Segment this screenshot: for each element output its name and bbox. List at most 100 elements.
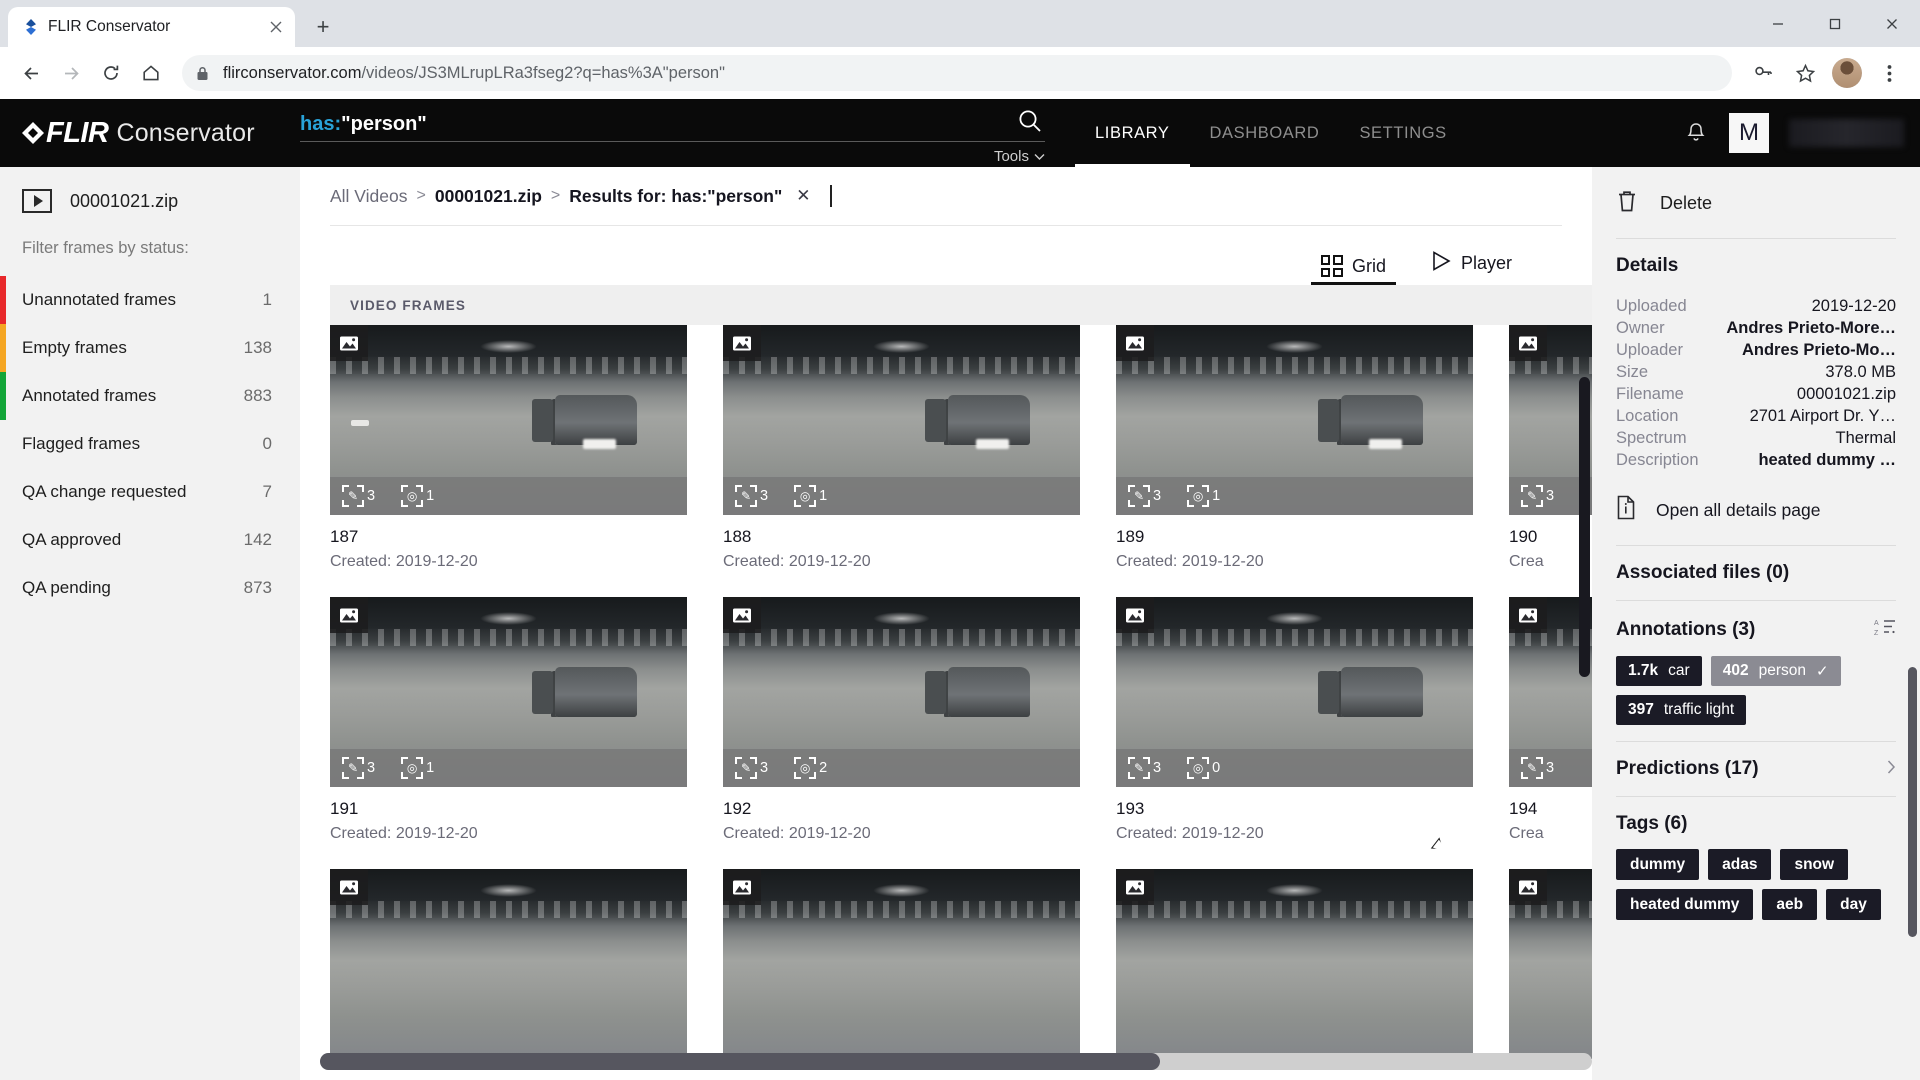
- nav-item-dashboard[interactable]: DASHBOARD: [1190, 99, 1340, 167]
- frame-thumbnail[interactable]: ✎ 3 ◎ 0: [1116, 597, 1473, 787]
- frame-card[interactable]: ✎ 3 ◎ 1 191 Created: 2019-12-20: [330, 597, 687, 843]
- nav-item-settings[interactable]: SETTINGS: [1339, 99, 1466, 167]
- frame-card[interactable]: ✎ 3 ◎ 1 189 Created: 2019-12-20: [1116, 325, 1473, 571]
- search-input[interactable]: has:"person": [300, 113, 1015, 136]
- tag-chip[interactable]: heated dummy: [1616, 889, 1754, 920]
- frame-thumbnail[interactable]: ✎ 3 ◎ 1: [330, 325, 687, 515]
- delete-button[interactable]: Delete: [1592, 189, 1920, 238]
- image-icon: [1116, 869, 1154, 905]
- browser-tab[interactable]: FLIR Conservator: [8, 7, 295, 47]
- app-logo[interactable]: FLIR Conservator: [0, 99, 300, 167]
- frame-badges: ✎ 3 ◎ 2: [723, 749, 1080, 787]
- frame-thumbnail[interactable]: [1509, 869, 1592, 1059]
- frame-card[interactable]: ✎ 3 ◎ 1 188 Created: 2019-12-20: [723, 325, 1080, 571]
- detail-key: Description: [1616, 451, 1699, 469]
- passkey-icon[interactable]: [1744, 54, 1782, 92]
- details-table: Uploaded 2019-12-20 Owner Andres Prieto-…: [1592, 277, 1920, 470]
- sidebar-item-annotated-frames[interactable]: Annotated frames 883: [0, 372, 300, 420]
- home-icon[interactable]: [132, 54, 170, 92]
- tag-chip[interactable]: dummy: [1616, 849, 1700, 880]
- annotation-chips: 1.7k car 402 person ✓ 397 traffic light: [1592, 642, 1920, 741]
- breadcrumb-video[interactable]: 00001021.zip: [435, 186, 542, 207]
- search-icon[interactable]: [1015, 106, 1045, 136]
- avatar[interactable]: M: [1729, 113, 1769, 153]
- frame-thumbnail[interactable]: [1116, 869, 1473, 1059]
- bookmark-star-icon[interactable]: [1786, 54, 1824, 92]
- sort-az-icon[interactable]: AZ: [1874, 617, 1896, 642]
- frame-card[interactable]: [330, 869, 687, 1059]
- open-all-details-button[interactable]: Open all details page: [1592, 473, 1920, 545]
- annotation-label: traffic light: [1663, 701, 1735, 718]
- associated-files-title[interactable]: Associated files (0): [1592, 546, 1920, 600]
- thermal-vehicle: [531, 667, 638, 717]
- frame-card[interactable]: ✎ 3 ◎ 0 193 Created: 2019-12-20: [1116, 597, 1473, 843]
- frame-card[interactable]: ✎ 3 ◎ 2 192 Created: 2019-12-20: [723, 597, 1080, 843]
- detail-key: Uploader: [1616, 341, 1683, 359]
- status-badge[interactable]: 397 traffic light: [1616, 695, 1747, 725]
- status-badge[interactable]: 1.7k car: [1616, 656, 1702, 686]
- predictions-header[interactable]: Predictions (17): [1592, 742, 1920, 796]
- image-icon: [1116, 597, 1154, 633]
- breadcrumb-all-videos[interactable]: All Videos: [330, 186, 408, 207]
- browser-toolbar: flirconservator.com/videos/JS3MLrupLRa3f…: [0, 47, 1920, 99]
- tag-chip[interactable]: snow: [1780, 849, 1849, 880]
- scrollbar-thumb[interactable]: [320, 1053, 1160, 1070]
- prediction-target-bracket-icon: ◎ 1: [401, 485, 434, 507]
- sidebar-item-qa-change-requested[interactable]: QA change requested 7: [0, 468, 300, 516]
- status-badge[interactable]: 402 person ✓: [1710, 656, 1841, 686]
- image-icon: [330, 325, 368, 361]
- annotation-count: 3: [367, 488, 376, 504]
- tools-label: Tools: [993, 147, 1029, 165]
- filter-label-text: Flagged frames: [22, 434, 141, 453]
- filter-label-text: Unannotated frames: [22, 290, 177, 309]
- frames-scroll-region[interactable]: VIDEO FRAMES ✎ 3 ◎ 1 187 Created: 2019-1…: [330, 285, 1592, 1080]
- frame-thumbnail[interactable]: ✎ 3 ◎ 1: [330, 597, 687, 787]
- nav-item-library[interactable]: LIBRARY: [1075, 99, 1190, 167]
- close-icon[interactable]: ✕: [796, 186, 810, 206]
- frame-card[interactable]: ✎ 3 ◎ 1 187 Created: 2019-12-20: [330, 325, 687, 571]
- filter-label-text: QA change requested: [22, 482, 187, 501]
- close-icon[interactable]: [265, 16, 287, 38]
- tag-chip[interactable]: adas: [1708, 849, 1772, 880]
- sidebar-item-unannotated-frames[interactable]: Unannotated frames 1: [0, 276, 300, 324]
- sidebar-item-flagged-frames[interactable]: Flagged frames 0: [0, 420, 300, 468]
- frame-thumbnail[interactable]: ✎ 3 ◎ 1: [1116, 325, 1473, 515]
- new-tab-button[interactable]: +: [305, 9, 341, 45]
- window-close-icon[interactable]: [1863, 0, 1920, 47]
- frame-card[interactable]: [1116, 869, 1473, 1059]
- back-arrow-icon[interactable]: [12, 54, 50, 92]
- frame-badges: ✎ 3 ◎ 1: [723, 477, 1080, 515]
- maximize-icon[interactable]: [1806, 0, 1863, 47]
- frame-thumbnail[interactable]: ✎ 3 ◎ 2: [723, 597, 1080, 787]
- content-vertical-scrollbar[interactable]: [1579, 377, 1590, 677]
- tools-dropdown[interactable]: Tools: [994, 148, 1045, 165]
- frame-thumbnail[interactable]: [330, 869, 687, 1059]
- sidebar-item-empty-frames[interactable]: Empty frames 138: [0, 324, 300, 372]
- panel-vertical-scrollbar[interactable]: [1908, 667, 1917, 937]
- prediction-count: 0: [1212, 760, 1221, 776]
- tag-chip[interactable]: day: [1826, 889, 1881, 920]
- sidebar-item-qa-pending[interactable]: QA pending 873: [0, 564, 300, 612]
- main-content: All Videos > 00001021.zip > Results for:…: [300, 167, 1592, 1080]
- minimize-icon[interactable]: [1749, 0, 1806, 47]
- tab-player-view[interactable]: Player: [1420, 250, 1522, 285]
- horizontal-scrollbar[interactable]: [320, 1053, 1592, 1070]
- tab-grid-view[interactable]: Grid: [1310, 255, 1396, 285]
- address-bar[interactable]: flirconservator.com/videos/JS3MLrupLRa3f…: [182, 55, 1732, 91]
- annotation-pencil-bracket-icon: ✎ 3: [342, 757, 375, 779]
- frame-thumbnail[interactable]: ✎ 3 ◎ 1: [723, 325, 1080, 515]
- reload-icon[interactable]: [92, 54, 130, 92]
- tag-chip[interactable]: aeb: [1762, 889, 1818, 920]
- video-play-icon: [22, 189, 52, 213]
- notification-bell-icon[interactable]: [1683, 120, 1709, 146]
- frame-card[interactable]: [1509, 869, 1592, 1059]
- sidebar-video-header[interactable]: 00001021.zip: [0, 189, 300, 213]
- frame-thumbnail[interactable]: [723, 869, 1080, 1059]
- prediction-target-bracket-icon: ◎ 2: [794, 757, 827, 779]
- frame-card[interactable]: [723, 869, 1080, 1059]
- forward-arrow-icon[interactable]: [52, 54, 90, 92]
- profile-avatar[interactable]: [1828, 54, 1866, 92]
- sidebar-item-qa-approved[interactable]: QA approved 142: [0, 516, 300, 564]
- annotation-pencil-bracket-icon: ✎ 3: [342, 485, 375, 507]
- three-dot-menu-icon[interactable]: [1870, 54, 1908, 92]
